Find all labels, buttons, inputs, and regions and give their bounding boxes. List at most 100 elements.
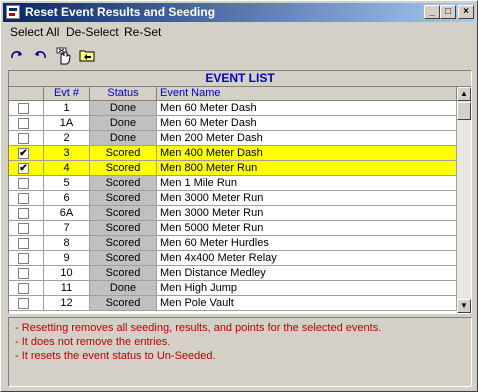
column-header-status[interactable]: Status (90, 87, 157, 101)
table-row[interactable]: 9 Scored Men 4x400 Meter Relay (9, 251, 457, 266)
row-checkbox[interactable] (18, 103, 29, 114)
event-list-grid: EVENT LIST Evt # Status Event Name 1 Done… (8, 70, 472, 314)
event-name: Men 60 Meter Dash (157, 116, 457, 131)
evt-number: 5 (44, 176, 90, 191)
row-check-cell (9, 221, 44, 236)
event-name: Men 200 Meter Dash (157, 131, 457, 146)
event-name: Men 4x400 Meter Relay (157, 251, 457, 266)
row-check-cell: ✔ (9, 146, 44, 161)
grid-title: EVENT LIST (9, 71, 471, 87)
column-header-name[interactable]: Event Name (157, 87, 457, 101)
scroll-thumb[interactable] (457, 102, 471, 120)
table-row[interactable]: 1 Done Men 60 Meter Dash (9, 101, 457, 116)
table-row[interactable]: ✔ 3 Scored Men 400 Meter Dash (9, 146, 457, 161)
row-checkbox[interactable] (18, 178, 29, 189)
table-row[interactable]: 6 Scored Men 3000 Meter Run (9, 191, 457, 206)
close-button[interactable]: × (458, 5, 474, 19)
evt-number: 3 (44, 146, 90, 161)
row-checkbox[interactable] (18, 223, 29, 234)
undo-icon[interactable] (30, 45, 50, 65)
event-status: Scored (90, 191, 157, 206)
reset-hand-icon[interactable] (53, 45, 73, 65)
event-status: Scored (90, 206, 157, 221)
row-checkbox[interactable] (18, 193, 29, 204)
event-status: Done (90, 131, 157, 146)
row-check-cell (9, 251, 44, 266)
row-check-cell (9, 176, 44, 191)
evt-number: 10 (44, 266, 90, 281)
scroll-up-icon[interactable]: ▲ (457, 87, 471, 101)
table-row[interactable]: 8 Scored Men 60 Meter Hurdles (9, 236, 457, 251)
minimize-button[interactable]: _ (424, 5, 440, 19)
evt-number: 2 (44, 131, 90, 146)
event-status: Scored (90, 266, 157, 281)
event-name: Men 60 Meter Dash (157, 101, 457, 116)
event-status: Scored (90, 296, 157, 311)
evt-number: 1 (44, 101, 90, 116)
row-checkbox[interactable] (18, 118, 29, 129)
row-checkbox[interactable] (18, 133, 29, 144)
maximize-button[interactable]: □ (440, 5, 456, 19)
event-name: Men Pole Vault (157, 296, 457, 311)
table-row[interactable]: 1A Done Men 60 Meter Dash (9, 116, 457, 131)
app-icon[interactable] (6, 5, 20, 19)
row-checkbox[interactable] (18, 238, 29, 249)
event-status: Scored (90, 251, 157, 266)
table-row[interactable]: 2 Done Men 200 Meter Dash (9, 131, 457, 146)
row-checkbox[interactable] (18, 298, 29, 309)
event-status: Scored (90, 161, 157, 176)
menu-re-set[interactable]: Re-Set (124, 25, 161, 39)
scroll-down-icon[interactable]: ▼ (457, 299, 471, 313)
menu-select-all[interactable]: Select All (10, 25, 59, 39)
table-row[interactable]: 11 Done Men High Jump (9, 281, 457, 296)
row-checkbox[interactable]: ✔ (18, 163, 29, 174)
row-checkbox[interactable] (18, 283, 29, 294)
exit-folder-icon[interactable] (77, 45, 97, 65)
row-checkbox[interactable]: ✔ (18, 148, 29, 159)
menu-bar: Select All De-Select Re-Set (3, 23, 475, 41)
row-check-cell (9, 101, 44, 116)
row-check-cell: ✔ (9, 161, 44, 176)
note-line: - It does not remove the entries. (15, 336, 171, 348)
event-name: Men 60 Meter Hurdles (157, 236, 457, 251)
window-title: Reset Event Results and Seeding (25, 5, 216, 19)
table-row[interactable]: 12 Scored Men Pole Vault (9, 296, 457, 311)
event-name: Men 5000 Meter Run (157, 221, 457, 236)
evt-number: 11 (44, 281, 90, 296)
row-checkbox[interactable] (18, 268, 29, 279)
table-row[interactable]: ✔ 4 Scored Men 800 Meter Run (9, 161, 457, 176)
title-bar[interactable]: Reset Event Results and Seeding _ □ × (3, 3, 475, 22)
table-row[interactable]: 7 Scored Men 5000 Meter Run (9, 221, 457, 236)
event-name: Men 3000 Meter Run (157, 206, 457, 221)
reset-event-window: Reset Event Results and Seeding _ □ × Se… (0, 0, 478, 392)
notes-panel: - Resetting removes all seeding, results… (8, 317, 472, 387)
event-name: Men 400 Meter Dash (157, 146, 457, 161)
column-header-check[interactable] (9, 87, 44, 101)
row-check-cell (9, 296, 44, 311)
menu-de-select[interactable]: De-Select (66, 25, 119, 39)
event-status: Done (90, 281, 157, 296)
row-check-cell (9, 131, 44, 146)
row-checkbox[interactable] (18, 253, 29, 264)
vertical-scrollbar[interactable]: ▲ ▼ (457, 87, 471, 313)
row-checkbox[interactable] (18, 208, 29, 219)
event-status: Done (90, 101, 157, 116)
table-row[interactable]: 6A Scored Men 3000 Meter Run (9, 206, 457, 221)
row-check-cell (9, 266, 44, 281)
row-check-cell (9, 236, 44, 251)
evt-number: 6 (44, 191, 90, 206)
event-status: Scored (90, 236, 157, 251)
evt-number: 4 (44, 161, 90, 176)
table-row[interactable]: 5 Scored Men 1 Mile Run (9, 176, 457, 191)
table-row[interactable]: 10 Scored Men Distance Medley (9, 266, 457, 281)
evt-number: 1A (44, 116, 90, 131)
event-name: Men 3000 Meter Run (157, 191, 457, 206)
event-name: Men High Jump (157, 281, 457, 296)
event-name: Men 1 Mile Run (157, 176, 457, 191)
note-line: - Resetting removes all seeding, results… (15, 322, 382, 334)
redo-icon[interactable] (7, 45, 27, 65)
column-header-evt[interactable]: Evt # (44, 87, 90, 101)
row-check-cell (9, 281, 44, 296)
row-check-cell (9, 191, 44, 206)
event-status: Done (90, 116, 157, 131)
